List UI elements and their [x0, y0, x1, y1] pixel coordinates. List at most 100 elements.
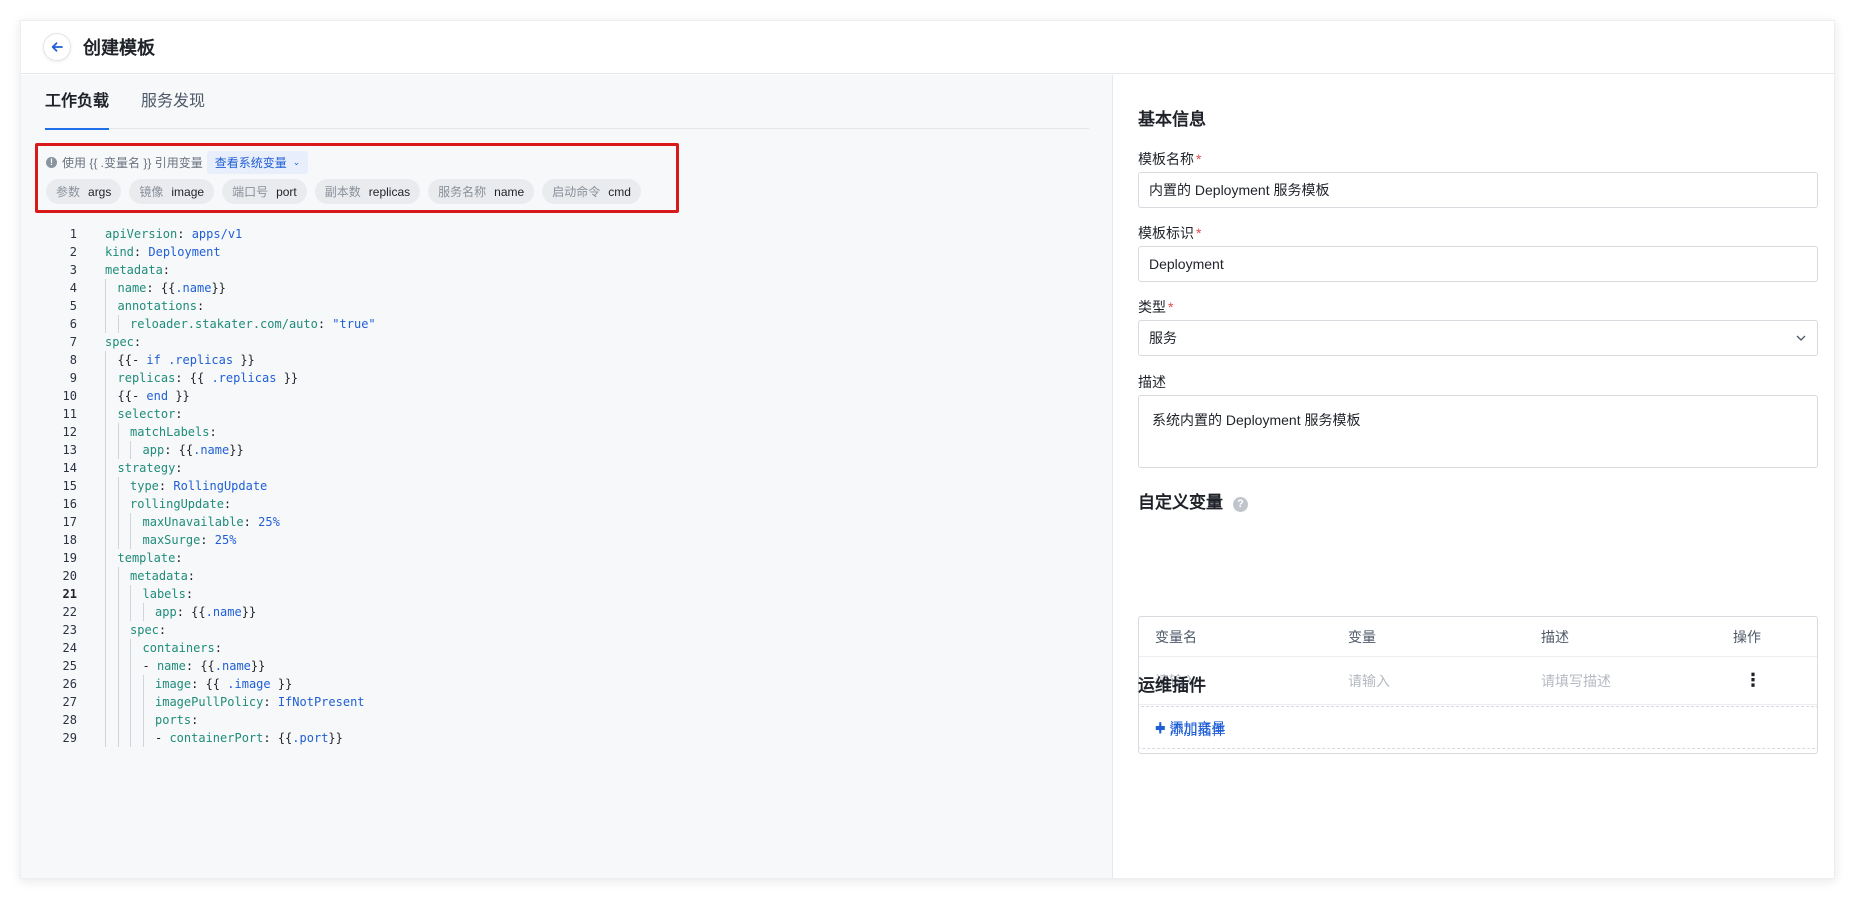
variable-chip[interactable]: 启动命令 cmd — [542, 179, 641, 204]
indent-guide — [105, 495, 106, 513]
indent-guide — [130, 513, 131, 531]
indent-guide — [105, 441, 106, 459]
line-number: 22 — [62, 605, 77, 619]
yaml-code-editor[interactable]: 1 apiVersion: apps/v1 2 kind: Deployment 3 me… — [45, 225, 376, 747]
indent-guide — [130, 675, 131, 693]
code-line: 20 metadata: — [45, 567, 376, 585]
indent-guide — [142, 729, 144, 747]
variable-chip-label: 参数 — [56, 185, 81, 199]
code-text: template: — [105, 549, 183, 567]
variable-chip[interactable]: 参数 args — [46, 179, 122, 204]
back-button[interactable] — [43, 33, 71, 61]
code-text: maxUnavailable: 25% — [105, 513, 280, 531]
indent-guide — [130, 585, 131, 603]
yaml-key: name — [117, 281, 147, 295]
code-line: 28 ports: — [45, 711, 376, 729]
code-text: kind: Deployment — [105, 243, 221, 261]
indent-guide — [142, 603, 144, 621]
code-line: 11 selector: — [45, 405, 376, 423]
variable-chip[interactable]: 副本数 replicas — [314, 179, 421, 204]
basic-info-title: 基本信息 — [1138, 110, 1206, 129]
variable-chip[interactable]: 服务名称 name — [428, 179, 535, 204]
yaml-key: name — [156, 659, 186, 673]
variable-chip[interactable]: 镜像 image — [129, 179, 215, 204]
yaml-key: selector — [117, 407, 176, 421]
column-variable: 变量 — [1348, 628, 1376, 645]
code-line: 6 reloader.stakater.com/auto: "true" — [45, 315, 376, 333]
indent-guide — [105, 675, 106, 693]
yaml-value: 25% — [207, 533, 237, 547]
yaml-key: spec — [105, 335, 134, 349]
indent-guide — [105, 657, 106, 675]
code-text: matchLabels: — [105, 423, 217, 441]
indent-guide — [105, 297, 106, 315]
description-textarea[interactable]: 系统内置的 Deployment 服务模板 — [1138, 395, 1818, 468]
variable-description-input[interactable]: 请填写描述 — [1541, 671, 1611, 691]
code-line: 17 maxUnavailable: 25% — [45, 513, 376, 531]
indent-guide — [105, 567, 106, 585]
indent-guide — [117, 567, 119, 585]
template-name-label: 模板名称 * — [1138, 151, 1202, 167]
variable-chip-value: port — [276, 184, 297, 199]
line-number: 16 — [62, 497, 77, 511]
yaml-punct: : — [263, 731, 271, 745]
help-icon[interactable]: ? — [1233, 497, 1248, 512]
variable-chip-value: image — [171, 184, 205, 199]
indent-guide — [105, 279, 106, 297]
template-id-input[interactable]: Deployment — [1138, 246, 1818, 282]
code-line: 29 - containerPort: {{.port}} — [45, 729, 376, 747]
indent-guide — [105, 315, 106, 333]
variable-chip-label: 副本数 — [324, 185, 361, 199]
page-title: 创建模板 — [83, 38, 155, 58]
more-vertical-icon[interactable]: ⋮ — [1744, 670, 1762, 691]
add-plugin-button[interactable]: + 添加插件 — [1155, 719, 1226, 740]
view-system-variables-label: 查看系统变量 — [214, 156, 287, 170]
line-number: 15 — [62, 479, 77, 493]
indent-guide — [105, 621, 106, 639]
code-line: 26 image: {{ .image }} — [45, 675, 376, 693]
line-number: 3 — [69, 263, 77, 277]
tab-service-discovery[interactable]: 服务发现 — [141, 75, 205, 129]
indent-guide — [130, 531, 131, 549]
column-variable-name: 变量名 — [1155, 628, 1197, 645]
code-text: name: {{.name}} — [105, 279, 226, 297]
type-select[interactable]: 服务 — [1138, 320, 1818, 356]
code-line: 25 - name: {{.name}} — [45, 657, 376, 675]
indent-guide — [117, 621, 119, 639]
yaml-key: annotations — [117, 299, 197, 313]
code-line: 23 spec: — [45, 621, 376, 639]
code-line: 1 apiVersion: apps/v1 — [45, 225, 376, 243]
line-number: 18 — [62, 533, 77, 547]
editor-panel: 工作负载 服务发现 ! 使用 {{ .变量名 }} 引用变量 查看系统变量 ⌄ … — [21, 75, 1113, 878]
yaml-value: IfNotPresent — [270, 695, 365, 709]
indent-guide — [117, 639, 119, 657]
line-number: 9 — [69, 371, 77, 385]
yaml-punct: : — [243, 515, 251, 529]
code-text: replicas: {{ .replicas }} — [105, 369, 298, 387]
indent-guide — [105, 693, 106, 711]
custom-variables-title: 自定义变量? — [1138, 488, 1248, 513]
yaml-text: }} — [211, 281, 226, 295]
indent-guide — [142, 693, 144, 711]
yaml-key: reloader.stakater.com/auto — [130, 317, 318, 331]
view-system-variables-dropdown[interactable]: 查看系统变量 ⌄ — [206, 151, 309, 174]
template-name-input[interactable]: 内置的 Deployment 服务模板 — [1138, 172, 1818, 208]
code-text: {{- if .replicas }} — [105, 351, 255, 369]
yaml-value: .name — [175, 281, 212, 295]
indent-guide — [117, 423, 119, 441]
code-line: 21 labels: — [45, 585, 376, 603]
yaml-key: template — [117, 551, 176, 565]
column-description: 描述 — [1541, 628, 1569, 645]
variable-value-input[interactable]: 请输入 — [1348, 671, 1390, 691]
yaml-value: RollingUpdate — [166, 479, 268, 493]
code-text: imagePullPolicy: IfNotPresent — [105, 693, 365, 711]
yaml-punct: : — [162, 263, 171, 277]
yaml-value: .port — [292, 731, 329, 745]
yaml-value: "true" — [325, 317, 376, 331]
yaml-punct: - — [142, 659, 157, 673]
tab-workload[interactable]: 工作负载 — [45, 75, 110, 130]
yaml-punct: - — [155, 731, 170, 745]
yaml-value: 25% — [250, 515, 280, 529]
template-id-label: 模板标识 * — [1138, 225, 1202, 241]
variable-chip[interactable]: 端口号 port — [222, 179, 307, 204]
